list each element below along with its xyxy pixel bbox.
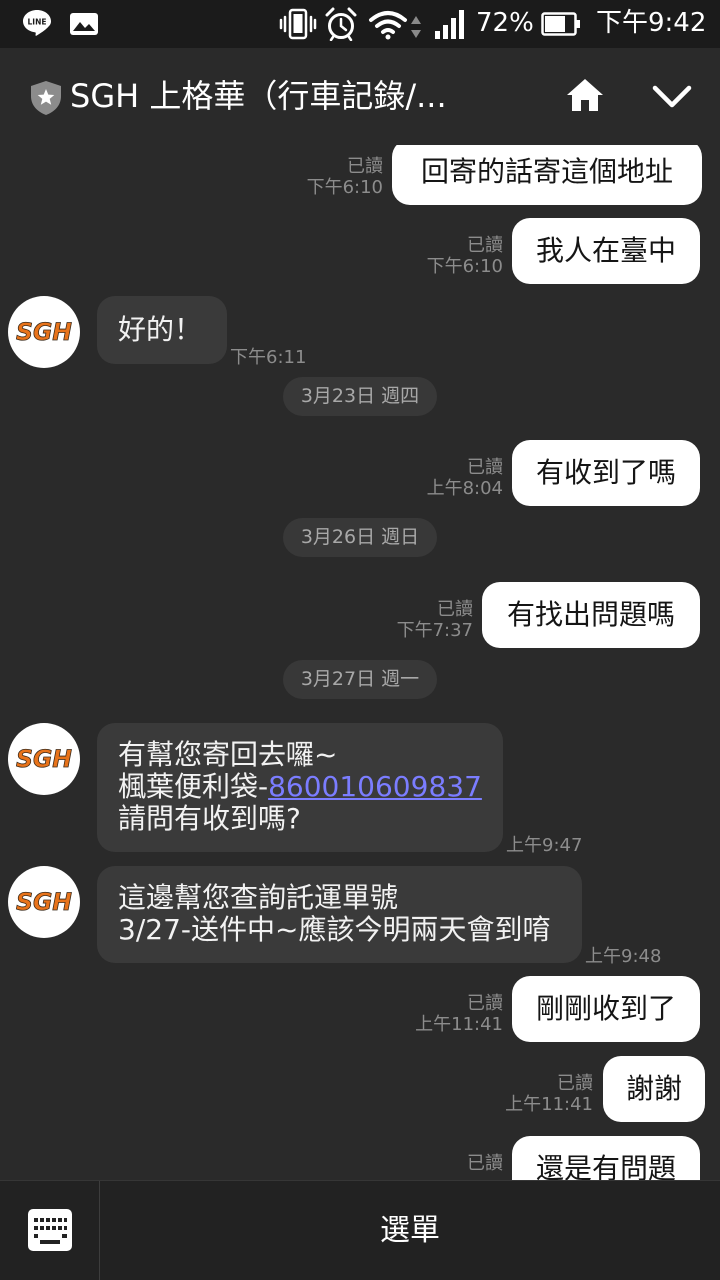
read-receipt: 已讀	[467, 235, 503, 256]
chat-title: SGH 上格華（行車記錄/...	[70, 77, 447, 115]
battery-percent: 72%	[476, 8, 534, 38]
vibrate-icon	[279, 8, 317, 40]
battery-icon	[541, 12, 580, 36]
message-timestamp: 上午11:41	[415, 1014, 503, 1035]
read-receipt: 已讀	[347, 156, 383, 177]
shield-star-icon	[31, 81, 61, 115]
data-activity-icon	[411, 16, 421, 38]
avatar[interactable]: SGH	[8, 866, 80, 938]
message-text: 剛剛收到了	[535, 992, 676, 1025]
read-receipt: 已讀	[467, 993, 503, 1014]
message-timestamp: 下午6:11	[230, 347, 307, 368]
date-separator: 3月23日 週四	[283, 377, 437, 416]
tracking-number-link[interactable]: 860010609837	[268, 770, 482, 803]
date-separator: 3月27日 週一	[283, 660, 437, 699]
received-message-bubble[interactable]: 有幫您寄回去囉~ 楓葉便利袋-860010609837 請問有收到嗎?	[97, 723, 503, 852]
message-text: 有找出問題嗎	[506, 598, 675, 631]
message-text: 謝謝	[625, 1072, 682, 1105]
sgh-logo: SGH	[16, 888, 73, 917]
bottom-bar: 選單	[0, 1180, 720, 1280]
chat-message-list[interactable]: 已讀 下午6:10 回寄的話寄這個地址 已讀 下午6:10 我人在臺中 SGH …	[0, 0, 720, 1180]
wifi-icon	[369, 11, 407, 40]
message-timestamp: 上午9:47	[506, 835, 583, 856]
sent-message-bubble[interactable]: 有找出問題嗎	[482, 582, 700, 648]
received-message-bubble[interactable]: 這邊幫您查詢託運單號 3/27-送件中~應該今明兩天會到唷	[97, 866, 582, 963]
logo-text: SGH	[16, 888, 72, 916]
read-receipt: 已讀	[557, 1073, 593, 1094]
message-text: 楓葉便利袋-	[118, 770, 269, 803]
chat-header: SGH 上格華（行車記錄/...	[0, 48, 720, 145]
message-timestamp: 下午6:10	[306, 177, 383, 198]
message-text: 我人在臺中	[535, 234, 676, 267]
message-text: 有收到了嗎	[535, 456, 676, 489]
message-timestamp: 上午11:41	[505, 1094, 593, 1115]
message-timestamp: 下午7:37	[396, 620, 473, 641]
message-text-line: 3/27-送件中~應該今明兩天會到唷	[118, 913, 551, 946]
sent-message-bubble[interactable]: 回寄的話寄這個地址	[392, 139, 702, 205]
keyboard-icon	[28, 1209, 72, 1251]
keyboard-button[interactable]	[0, 1181, 100, 1280]
avatar[interactable]: SGH	[8, 723, 80, 795]
avatar[interactable]: SGH	[8, 296, 80, 368]
message-timestamp: 上午9:48	[585, 946, 662, 967]
date-separator: 3月26日 週日	[283, 518, 437, 557]
chevron-down-icon[interactable]	[651, 84, 693, 110]
message-text: 還是有問題	[535, 1152, 676, 1180]
clock-time: 下午9:42	[596, 8, 707, 38]
line-logo-text: LINE	[28, 18, 47, 27]
received-message-bubble[interactable]: 好的！	[97, 296, 227, 364]
logo-text: SGH	[16, 745, 72, 773]
message-text-line: 這邊幫您查詢託運單號	[118, 881, 399, 914]
sgh-logo: SGH	[16, 745, 73, 774]
message-timestamp: 下午6:10	[426, 256, 503, 277]
message-text-line: 請問有收到嗎?	[118, 802, 301, 835]
message-text-line: 有幫您寄回去囉~	[118, 738, 338, 771]
message-text: 回寄的話寄這個地址	[420, 155, 673, 188]
sent-message-bubble[interactable]: 謝謝	[603, 1056, 705, 1122]
read-receipt: 已讀	[437, 599, 473, 620]
message-text-line: 楓葉便利袋-860010609837	[118, 771, 503, 803]
sent-message-bubble[interactable]: 我人在臺中	[512, 218, 700, 284]
sent-message-bubble[interactable]: 有收到了嗎	[512, 440, 700, 506]
message-text: 好的！	[118, 313, 203, 346]
message-timestamp: 上午8:04	[426, 478, 503, 499]
gallery-icon	[70, 13, 98, 35]
read-receipt: 已讀	[467, 1153, 503, 1174]
sgh-logo: SGH	[16, 318, 73, 347]
menu-button[interactable]: 選單	[100, 1181, 720, 1280]
read-receipt: 已讀	[467, 457, 503, 478]
sent-message-bubble[interactable]: 還是有問題	[512, 1136, 700, 1180]
line-app-icon: LINE	[23, 10, 51, 36]
logo-text: SGH	[16, 318, 72, 346]
signal-icon	[435, 10, 464, 39]
status-bar: LINE 72% 下午9:42	[0, 0, 720, 48]
alarm-icon	[325, 7, 357, 41]
home-icon[interactable]	[565, 77, 605, 113]
sent-message-bubble[interactable]: 剛剛收到了	[512, 976, 700, 1042]
